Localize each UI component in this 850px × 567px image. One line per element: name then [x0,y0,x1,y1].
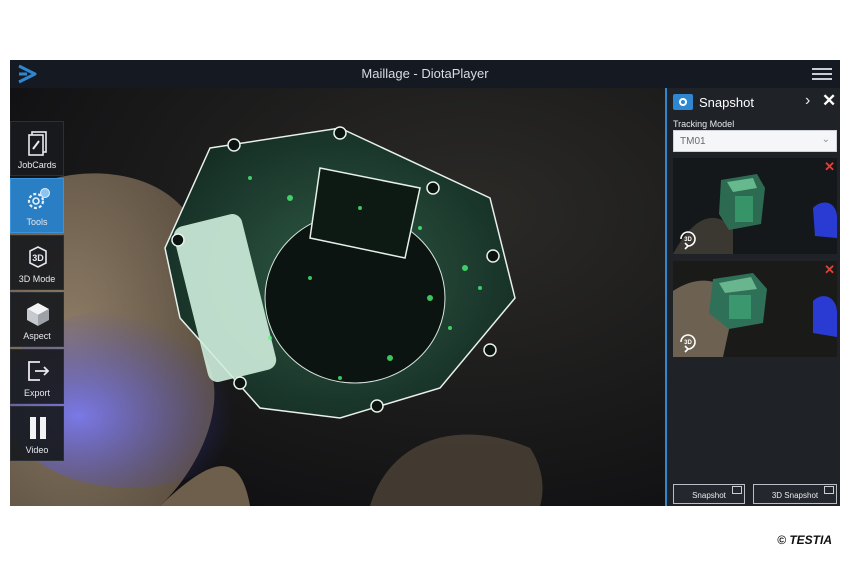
image-icon [824,486,834,494]
panel-title: Snapshot [699,95,754,110]
toolbar-aspect-button[interactable]: Aspect [10,292,64,347]
panel-header: Snapshot › ✕ [667,88,840,118]
left-toolbar: JobCards Tools 3D 3D Mode Aspect Export … [10,121,64,463]
3d-cube-icon: 3D [29,246,47,268]
tracking-model-label: Tracking Model [673,119,735,129]
svg-text:3D: 3D [684,237,692,243]
delete-snapshot-icon[interactable]: ✕ [824,262,835,278]
close-icon[interactable]: ✕ [822,91,836,111]
camera-feed-image [10,88,665,506]
toolbar-tools-button[interactable]: Tools [10,178,64,233]
tracking-model-select[interactable]: TM01 ⌄ [673,130,837,152]
jobcards-icon [28,131,47,156]
toolbar-label-video: Video [25,445,49,455]
toolbar-export-button[interactable]: Export [10,349,64,404]
ar-viewport[interactable]: JobCards Tools 3D 3D Mode Aspect Export … [10,88,665,506]
hamburger-menu-icon[interactable] [812,65,832,83]
copyright-notice: © TESTIA [777,533,832,547]
3d-snapshot-button[interactable]: 3D Snapshot [753,484,837,504]
rotate-3d-icon[interactable]: 3D [677,228,699,250]
toolbar-jobcards-button[interactable]: JobCards [10,121,64,176]
tracking-model-value: TM01 [680,136,706,147]
panel-footer: Snapshot 3D Snapshot [667,482,840,506]
snapshot-panel: Snapshot › ✕ Tracking Model TM01 ⌄ ✕ 3D [665,88,840,506]
toolbar-label-aspect: Aspect [23,331,51,341]
cube-icon [27,303,49,326]
pause-icon [30,417,46,439]
chevron-right-icon[interactable]: › [805,92,810,110]
snapshot-thumbnail[interactable]: ✕ 3D [673,158,837,254]
toolbar-video-button[interactable]: Video [10,406,64,461]
snapshot-button[interactable]: Snapshot [673,484,745,504]
gear-icon [27,188,50,210]
3d-snapshot-button-label: 3D Snapshot [771,491,819,500]
window-title: Maillage - DiotaPlayer [361,66,489,81]
camera-icon [673,94,693,110]
title-bar: Maillage - DiotaPlayer [10,60,840,89]
snapshot-thumbnail[interactable]: ✕ 3D [673,261,837,357]
export-icon [28,361,50,381]
toolbar-label-3d-mode: 3D Mode [18,274,56,284]
chevron-down-icon: ⌄ [821,134,830,145]
rotate-3d-icon[interactable]: 3D [677,331,699,353]
app-window: Maillage - DiotaPlayer JobCards Tools 3D… [10,60,840,506]
toolbar-label-jobcards: JobCards [17,160,57,170]
delete-snapshot-icon[interactable]: ✕ [824,159,835,175]
svg-text:3D: 3D [684,340,692,346]
toolbar-label-tools: Tools [26,217,48,227]
toolbar-3d-mode-button[interactable]: 3D 3D Mode [10,235,64,290]
snapshot-button-label: Snapshot [692,491,726,500]
image-icon [732,486,742,494]
svg-text:3D: 3D [32,253,44,263]
toolbar-label-export: Export [23,388,50,398]
